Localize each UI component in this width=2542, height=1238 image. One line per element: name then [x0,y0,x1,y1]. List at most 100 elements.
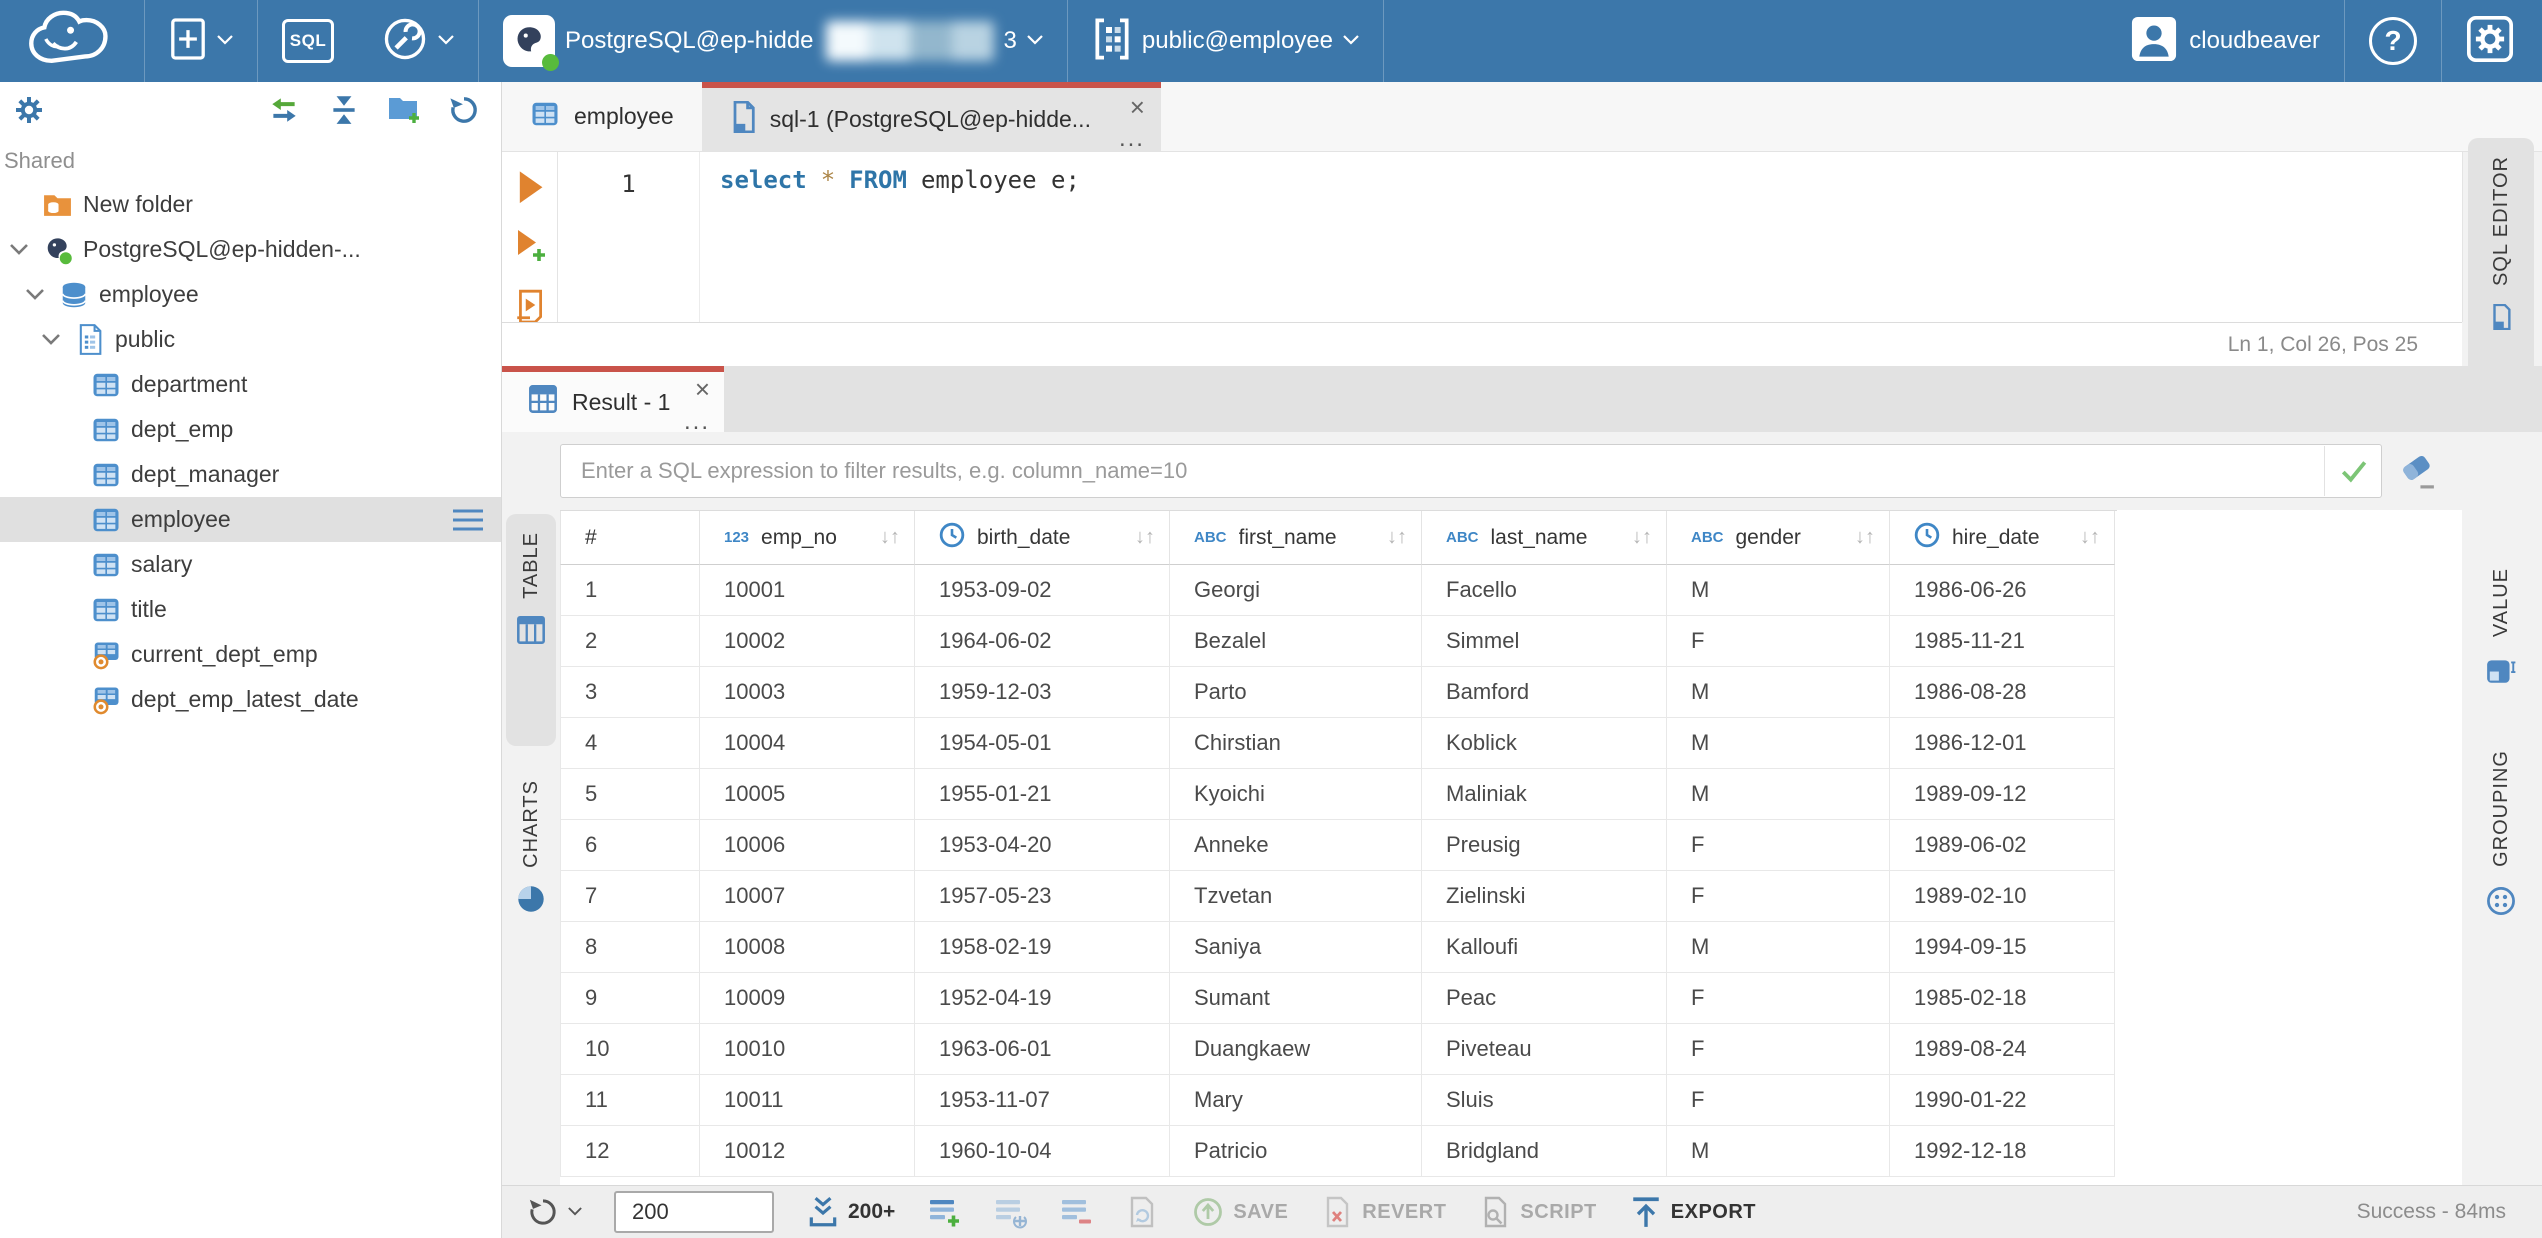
driver-tools-button[interactable] [358,0,478,82]
sort-icon[interactable]: ↓↑ [2080,526,2100,549]
data-cell[interactable]: 1953-04-20 [915,820,1170,871]
data-cell[interactable]: 10005 [700,769,915,820]
data-cell[interactable]: M [1667,667,1890,718]
data-cell[interactable]: Bamford [1422,667,1667,718]
tree-item-employee[interactable]: employee [0,272,501,317]
delete-row-button[interactable] [1059,1195,1093,1229]
row-number-header[interactable]: # [560,511,700,565]
sort-icon[interactable]: ↓↑ [1387,526,1407,549]
data-cell[interactable]: F [1667,616,1890,667]
data-cell[interactable]: 10006 [700,820,915,871]
data-cell[interactable]: Zielinski [1422,871,1667,922]
data-cell[interactable]: 1990-01-22 [1890,1075,2115,1126]
tree-item-dept-emp[interactable]: dept_emp [0,407,501,452]
tab-charts-view[interactable]: CHARTS [506,762,556,974]
data-cell[interactable]: 10008 [700,922,915,973]
data-cell[interactable]: 1989-08-24 [1890,1024,2115,1075]
execute-new-tab-button[interactable] [513,228,547,262]
tree-item-title[interactable]: title [0,587,501,632]
data-cell[interactable]: F [1667,973,1890,1024]
data-cell[interactable]: 1958-02-19 [915,922,1170,973]
row-number-cell[interactable]: 4 [560,718,700,769]
data-cell[interactable]: 1986-08-28 [1890,667,2115,718]
sort-icon[interactable]: ↓↑ [880,526,900,549]
data-cell[interactable]: F [1667,1024,1890,1075]
data-cell[interactable]: 10009 [700,973,915,1024]
data-cell[interactable]: 1964-06-02 [915,616,1170,667]
row-number-cell[interactable]: 12 [560,1126,700,1177]
tree-item-new-folder[interactable]: New folder [0,182,501,227]
data-cell[interactable]: F [1667,871,1890,922]
data-cell[interactable]: Bezalel [1170,616,1422,667]
column-header-first_name[interactable]: ABC first_name ↓↑ [1170,511,1422,565]
row-number-cell[interactable]: 3 [560,667,700,718]
rows-per-page-input[interactable] [614,1191,774,1233]
data-cell[interactable]: Sluis [1422,1075,1667,1126]
data-cell[interactable]: 1952-04-19 [915,973,1170,1024]
script-button[interactable]: SCRIPT [1478,1195,1596,1229]
data-cell[interactable]: 10002 [700,616,915,667]
connection-selector[interactable]: PostgreSQL@ep-hidde 3 [479,0,1067,82]
data-cell[interactable]: 1960-10-04 [915,1126,1170,1177]
tab-grouping-panel[interactable]: GROUPING [2468,732,2534,946]
data-cell[interactable]: Mary [1170,1075,1422,1126]
data-cell[interactable]: 10004 [700,718,915,769]
code-area[interactable]: select * FROM employee e; [700,152,2462,322]
data-cell[interactable]: 1985-02-18 [1890,973,2115,1024]
tree-item-salary[interactable]: salary [0,542,501,587]
data-cell[interactable]: 1955-01-21 [915,769,1170,820]
chevron-down-icon[interactable] [22,282,48,308]
data-cell[interactable]: Chirstian [1170,718,1422,769]
data-cell[interactable]: M [1667,718,1890,769]
refresh-icon[interactable] [447,93,481,127]
data-cell[interactable]: 10010 [700,1024,915,1075]
data-cell[interactable]: Facello [1422,565,1667,616]
data-cell[interactable]: Duangkaew [1170,1024,1422,1075]
refresh-result-button[interactable] [526,1195,582,1229]
new-folder-icon[interactable] [387,93,421,127]
data-cell[interactable]: M [1667,1126,1890,1177]
data-cell[interactable]: 1986-12-01 [1890,718,2115,769]
tab-result-1[interactable]: Result - 1 × ... [502,366,724,435]
filter-input[interactable] [560,444,2382,498]
data-cell[interactable]: 10012 [700,1126,915,1177]
tree-item-dept-emp-latest-date[interactable]: dept_emp_latest_date [0,677,501,722]
column-header-gender[interactable]: ABC gender ↓↑ [1667,511,1890,565]
cloudbeaver-logo-icon[interactable] [0,7,144,76]
data-cell[interactable]: Parto [1170,667,1422,718]
data-cell[interactable]: 1957-05-23 [915,871,1170,922]
data-cell[interactable]: Anneke [1170,820,1422,871]
data-cell[interactable]: Maliniak [1422,769,1667,820]
data-cell[interactable]: 10011 [700,1075,915,1126]
data-cell[interactable]: Georgi [1170,565,1422,616]
data-cell[interactable]: 10003 [700,667,915,718]
collapse-all-icon[interactable] [327,93,361,127]
row-number-cell[interactable]: 7 [560,871,700,922]
more-icon[interactable]: ... [684,408,710,436]
data-cell[interactable]: 1954-05-01 [915,718,1170,769]
data-cell[interactable]: Saniya [1170,922,1422,973]
save-button[interactable]: SAVE [1191,1195,1288,1229]
revert-button[interactable]: REVERT [1320,1195,1446,1229]
schema-selector[interactable]: public@employee [1068,0,1383,82]
tree-item-postgresql-ep-hidden-[interactable]: PostgreSQL@ep-hidden-... [0,227,501,272]
sort-icon[interactable]: ↓↑ [1855,526,1875,549]
row-number-cell[interactable]: 9 [560,973,700,1024]
sort-icon[interactable]: ↓↑ [1135,526,1155,549]
tree-item-public[interactable]: public [0,317,501,362]
row-number-cell[interactable]: 11 [560,1075,700,1126]
data-cell[interactable]: Piveteau [1422,1024,1667,1075]
execute-script-button[interactable] [513,288,547,324]
row-number-cell[interactable]: 10 [560,1024,700,1075]
row-number-cell[interactable]: 5 [560,769,700,820]
item-menu-icon[interactable] [451,507,485,533]
close-icon[interactable]: × [1130,92,1145,123]
tree-item-employee[interactable]: employee [0,497,501,542]
data-cell[interactable]: 10001 [700,565,915,616]
data-cell[interactable]: Tzvetan [1170,871,1422,922]
tab-table-view[interactable]: TABLE [506,514,556,746]
data-cell[interactable]: 1953-11-07 [915,1075,1170,1126]
data-cell[interactable]: 1992-12-18 [1890,1126,2115,1177]
sidebar-settings-gear-icon[interactable] [12,93,46,127]
data-cell[interactable]: Kyoichi [1170,769,1422,820]
